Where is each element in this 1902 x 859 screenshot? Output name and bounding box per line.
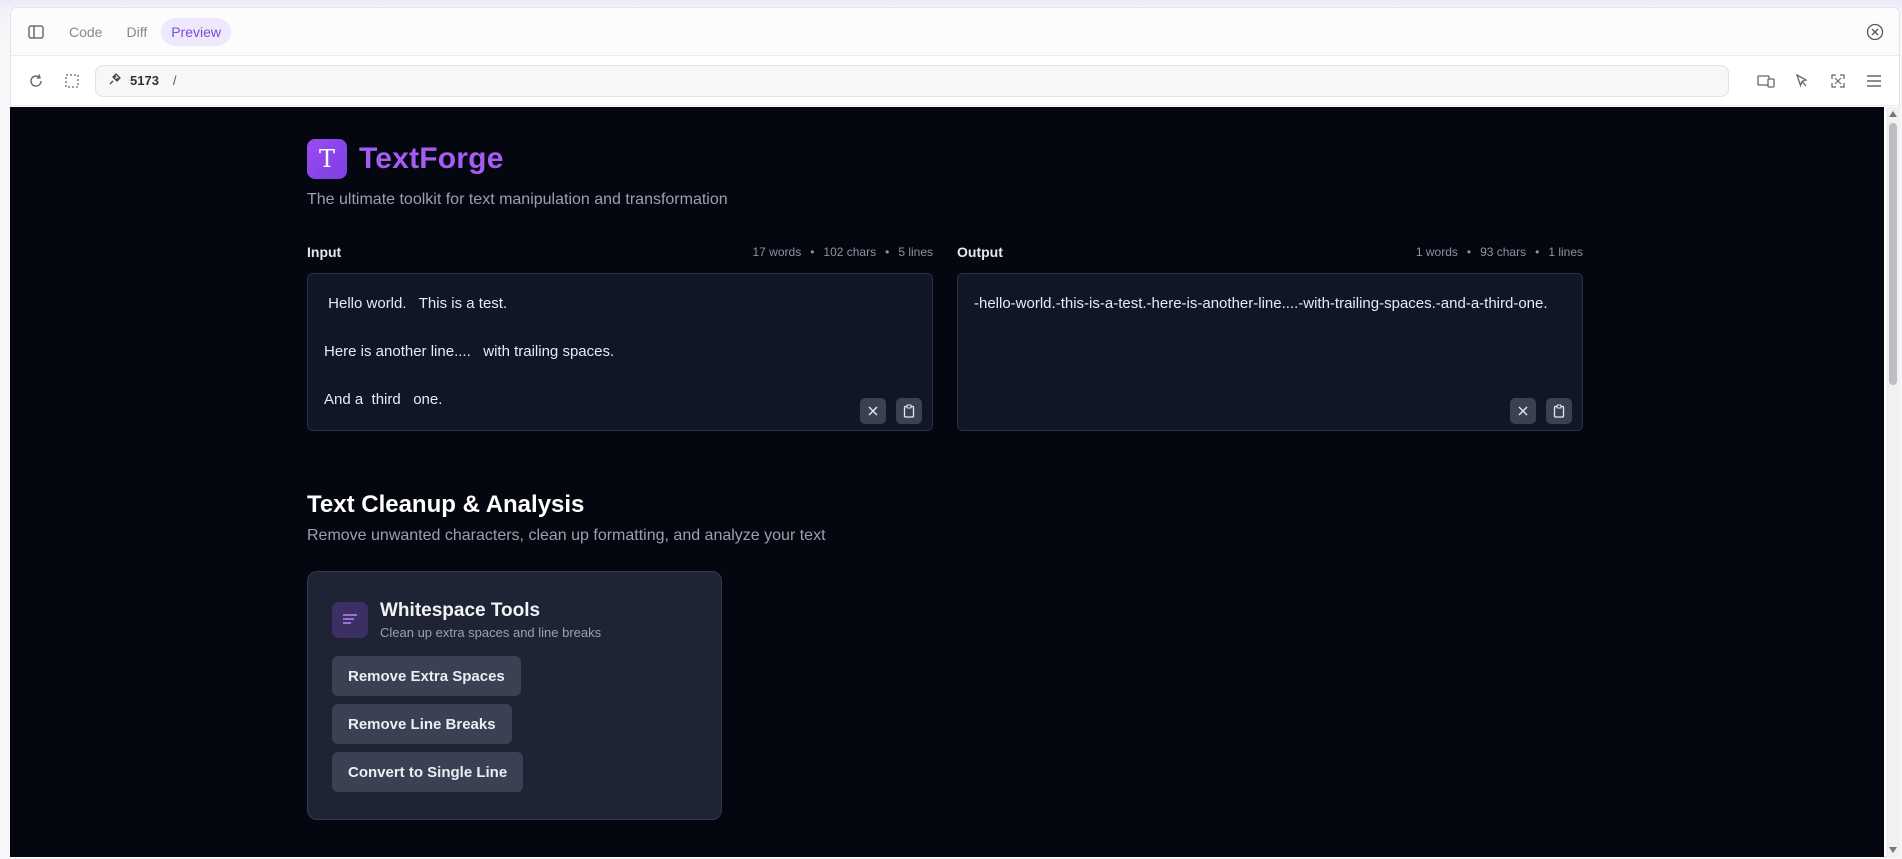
brand: T TextForge xyxy=(307,139,1587,179)
page-scrollbar[interactable] xyxy=(1886,107,1900,857)
input-char-count: 102 chars xyxy=(823,245,877,259)
input-stats: 17 words • 102 chars • 5 lines xyxy=(752,245,934,259)
input-title: Input xyxy=(307,244,342,260)
fullscreen-icon[interactable] xyxy=(1825,68,1851,94)
close-icon xyxy=(868,406,878,416)
menu-icon[interactable] xyxy=(1861,68,1887,94)
input-line: Here is another line.... with trailing s… xyxy=(324,343,615,360)
paste-input-button[interactable] xyxy=(896,398,922,424)
inspect-cursor-icon[interactable] xyxy=(1789,68,1815,94)
output-textarea[interactable]: -hello-world.-this-is-a-test.-here-is-an… xyxy=(957,273,1583,431)
tab-preview[interactable]: Preview xyxy=(161,17,232,46)
app-name: TextForge xyxy=(359,142,504,175)
input-textarea[interactable]: Hello world. This is a test. Here is ano… xyxy=(307,273,933,431)
input-editor: Input 17 words • 102 chars • 5 lines Hel… xyxy=(307,243,933,431)
output-editor: Output 1 words • 93 chars • 1 lines -hel… xyxy=(957,243,1583,431)
top-bar: Code Diff Preview xyxy=(11,8,1899,56)
input-line: Hello world. This is a test. xyxy=(324,295,508,312)
input-line: And a third one. xyxy=(324,391,443,408)
copy-output-button[interactable] xyxy=(1546,398,1572,424)
whitespace-tools-card: Whitespace Tools Clean up extra spaces a… xyxy=(307,571,722,820)
card-title: Whitespace Tools xyxy=(380,600,541,621)
device-toggle-icon[interactable] xyxy=(1753,68,1779,94)
select-region-icon[interactable] xyxy=(59,68,85,94)
section-subtitle: Remove unwanted characters, clean up for… xyxy=(307,527,826,544)
clear-output-button[interactable] xyxy=(1510,398,1536,424)
output-stats: 1 words • 93 chars • 1 lines xyxy=(1415,245,1583,259)
tab-code[interactable]: Code xyxy=(59,18,112,46)
align-left-icon xyxy=(332,602,368,638)
reload-icon[interactable] xyxy=(23,68,49,94)
input-line xyxy=(324,316,916,340)
remove-line-breaks-button[interactable]: Remove Line Breaks xyxy=(332,704,512,744)
address-bar: 5173 / xyxy=(11,56,1899,106)
section-title: Text Cleanup & Analysis xyxy=(307,491,585,518)
url-path: / xyxy=(172,73,177,88)
output-word-count: 1 words xyxy=(1415,245,1458,259)
app-content: T TextForge The ultimate toolkit for tex… xyxy=(307,107,1587,820)
clear-input-button[interactable] xyxy=(860,398,886,424)
url-port: 5173 xyxy=(130,73,159,88)
output-line-count: 1 lines xyxy=(1548,245,1583,259)
output-text: -hello-world.-this-is-a-test.-here-is-an… xyxy=(974,295,1548,312)
output-title: Output xyxy=(957,244,1003,260)
tab-diff[interactable]: Diff xyxy=(116,18,157,46)
clipboard-icon xyxy=(1553,404,1565,418)
app-tagline: The ultimate toolkit for text manipulati… xyxy=(307,191,728,208)
output-char-count: 93 chars xyxy=(1480,245,1527,259)
scroll-up-icon[interactable] xyxy=(1889,111,1897,117)
scroll-thumb[interactable] xyxy=(1889,123,1897,385)
close-icon[interactable] xyxy=(1865,22,1885,42)
remove-extra-spaces-button[interactable]: Remove Extra Spaces xyxy=(332,656,521,696)
app-viewport: T TextForge The ultimate toolkit for tex… xyxy=(10,107,1884,857)
editors: Input 17 words • 102 chars • 5 lines Hel… xyxy=(307,243,1587,431)
input-word-count: 17 words xyxy=(752,245,802,259)
clipboard-icon xyxy=(903,404,915,418)
input-line xyxy=(324,364,916,388)
scroll-down-icon[interactable] xyxy=(1889,847,1897,853)
close-icon xyxy=(1518,406,1528,416)
convert-single-line-button[interactable]: Convert to Single Line xyxy=(332,752,524,792)
app-logo: T xyxy=(307,139,347,179)
plug-icon xyxy=(108,72,122,89)
card-subtitle: Clean up extra spaces and line breaks xyxy=(380,625,602,640)
url-field[interactable]: 5173 / xyxy=(95,64,1729,97)
sidebar-toggle-icon[interactable] xyxy=(25,21,47,43)
input-line-count: 5 lines xyxy=(898,245,933,259)
